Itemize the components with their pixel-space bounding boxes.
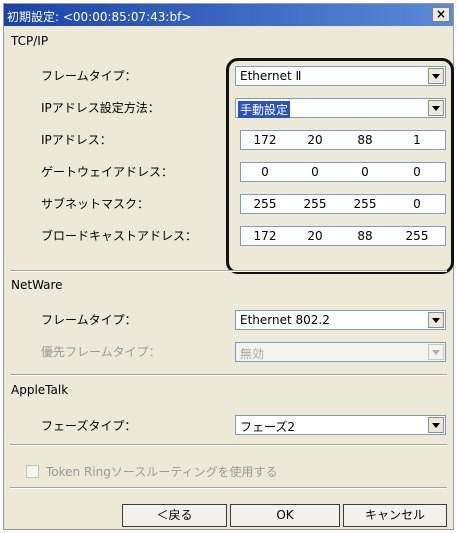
- chevron-down-icon: [428, 312, 444, 328]
- cancel-button[interactable]: キャンセル: [343, 504, 447, 527]
- ip-address-label: IPアドレス：: [41, 133, 112, 147]
- title-bar: 初期設定: <00:00:85:07:43:bf> ×: [4, 4, 453, 26]
- token-ring-label: Token Ringソースルーティングを使用する: [46, 465, 278, 479]
- subnet-label: サブネットマスク：: [41, 197, 150, 211]
- priority-frame-type-label: 優先フレームタイプ：: [41, 345, 161, 359]
- phase-type-value: フェーズ2: [240, 420, 296, 434]
- chevron-down-icon: [428, 344, 444, 360]
- settings-dialog: 初期設定: <00:00:85:07:43:bf> × TCP/IP フレームタ…: [3, 3, 454, 530]
- divider: [10, 487, 447, 489]
- close-button[interactable]: ×: [432, 7, 450, 22]
- broadcast-label: ブロードキャストアドレス：: [41, 229, 198, 243]
- netware-frame-type-select[interactable]: Ethernet 802.2: [235, 310, 446, 330]
- token-ring-checkbox: [26, 465, 39, 478]
- section-tcpip: TCP/IP: [11, 34, 49, 48]
- ip-method-label: IPアドレス設定方法：: [41, 101, 160, 115]
- back-button[interactable]: ＜戻る: [122, 504, 227, 527]
- phase-type-select[interactable]: フェーズ2: [235, 415, 446, 435]
- divider: [10, 444, 447, 446]
- phase-type-label: フェーズタイプ：: [41, 419, 137, 433]
- section-appletalk: AppleTalk: [11, 383, 69, 397]
- divider: [10, 270, 447, 272]
- divider: [10, 374, 447, 376]
- dialog-title: 初期設定: <00:00:85:07:43:bf>: [7, 10, 192, 24]
- priority-frame-type-select: 無効: [235, 342, 446, 362]
- priority-frame-type-value: 無効: [240, 347, 265, 361]
- tcpip-frame-type-label: フレームタイプ：: [41, 69, 137, 83]
- ok-button[interactable]: OK: [230, 504, 340, 527]
- netware-frame-type-value: Ethernet 802.2: [240, 313, 330, 327]
- chevron-down-icon: [428, 417, 444, 433]
- section-netware: NetWare: [11, 278, 63, 292]
- gateway-label: ゲートウェイアドレス：: [41, 165, 174, 179]
- highlight-frame: [226, 58, 454, 274]
- netware-frame-type-label: フレームタイプ：: [41, 313, 137, 327]
